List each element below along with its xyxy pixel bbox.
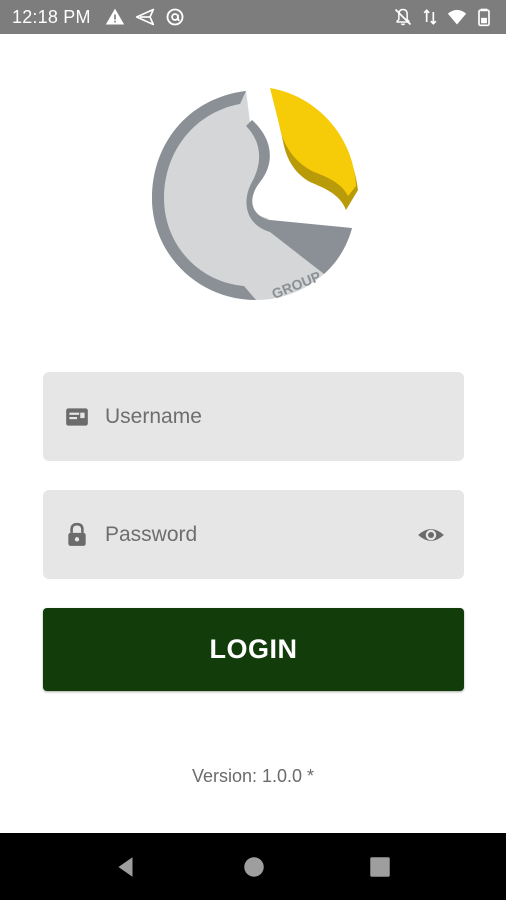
lock-icon (63, 521, 91, 549)
username-field[interactable] (43, 372, 464, 461)
login-button[interactable]: LOGIN (43, 608, 464, 691)
id-card-icon (63, 403, 91, 431)
status-time: 12:18 PM (12, 6, 91, 27)
eye-icon[interactable] (416, 520, 446, 550)
back-icon[interactable] (112, 853, 140, 881)
username-input[interactable] (105, 372, 404, 461)
password-input[interactable] (105, 490, 404, 579)
wifi-icon (447, 7, 467, 27)
status-bar: 12:18 PM (0, 0, 506, 34)
notifications-off-icon (393, 7, 413, 27)
version-label: Version: 1.0.0 * (191, 766, 315, 786)
company-logo: GROUP (148, 86, 362, 306)
battery-icon (474, 7, 494, 27)
status-right-icons (393, 7, 494, 27)
navigation-bar (0, 833, 506, 900)
warning-icon (105, 7, 125, 27)
send-icon (135, 7, 155, 27)
at-sign-icon (165, 7, 185, 27)
recents-icon[interactable] (366, 853, 394, 881)
status-left-icons (105, 7, 185, 27)
password-field[interactable] (43, 490, 464, 579)
data-arrows-icon (420, 7, 440, 27)
home-icon[interactable] (240, 853, 268, 881)
